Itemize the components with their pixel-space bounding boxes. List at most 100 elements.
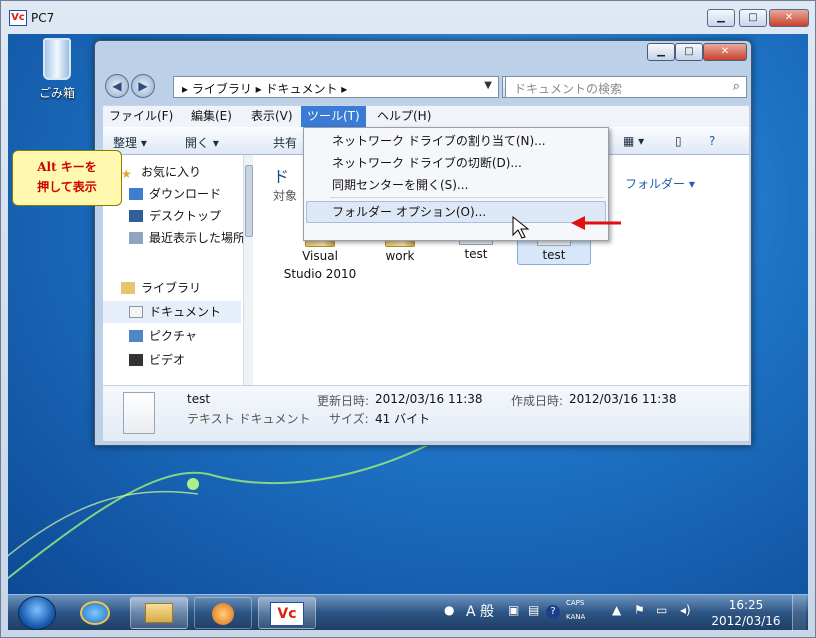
menu-map-network-drive[interactable]: ネットワーク ドライブの割り当て(N)... <box>332 130 546 152</box>
explorer-maximize-button[interactable]: □ <box>675 43 703 61</box>
menu-separator <box>330 197 604 198</box>
explorer-close-button[interactable]: ✕ <box>703 43 747 61</box>
back-icon[interactable]: ◀ <box>105 74 129 98</box>
vnc-logo-icon: Vc <box>270 602 304 626</box>
arrange-by-dropdown[interactable]: フォルダー ▾ <box>625 175 695 192</box>
explorer-taskbar-button[interactable] <box>130 597 188 629</box>
chevron-down-icon[interactable]: ▼ <box>484 80 492 91</box>
forward-icon[interactable]: ▶ <box>131 74 155 98</box>
menu-disconnect-network-drive[interactable]: ネットワーク ドライブの切断(D)... <box>332 152 522 174</box>
details-size-value: 41 バイト <box>375 412 431 426</box>
file-name: Visual Studio 2010 <box>283 249 357 281</box>
show-desktop-button[interactable] <box>792 595 806 631</box>
help-icon[interactable]: ? <box>709 134 715 148</box>
explorer-navbar: ◀ ▶ ▸ ライブラリ ▸ ドキュメント ▸ ▼ ↻ ドキュメントの検索 ⌕ <box>95 71 751 101</box>
caps-indicator: CAPS <box>566 599 585 607</box>
search-placeholder: ドキュメントの検索 <box>514 82 623 96</box>
organize-button[interactable]: 整理 ▾ <box>113 134 147 151</box>
explorer-window: ▁ □ ✕ ◀ ▶ ▸ ライブラリ ▸ ドキュメント ▸ ▼ ↻ ドキュメントの… <box>94 40 752 446</box>
nav-libraries-label: ライブラリ <box>141 281 202 295</box>
nav-recent-label: 最近表示した場所 <box>149 231 246 245</box>
explorer-minimize-button[interactable]: ▁ <box>647 43 675 61</box>
details-modified-label: 更新日時: <box>317 394 370 408</box>
start-button[interactable] <box>18 596 56 630</box>
folder-icon <box>145 603 173 623</box>
help-icon[interactable]: ? <box>546 605 560 619</box>
callout-line-1: Alt キーを <box>37 160 97 174</box>
nav-documents-label: ドキュメント <box>149 305 222 319</box>
nav-scrollbar[interactable] <box>243 155 253 385</box>
search-icon[interactable]: ⌕ <box>733 79 740 94</box>
address-bar[interactable]: ▸ ライブラリ ▸ ドキュメント ▸ ▼ <box>173 76 499 98</box>
menu-open-sync-center[interactable]: 同期センターを開く(S)... <box>332 174 468 196</box>
details-pane: test テキスト ドキュメント 更新日時: 2012/03/16 11:38 … <box>103 385 749 441</box>
media-player-button[interactable] <box>194 597 252 629</box>
kana-indicator: KANA <box>566 613 586 621</box>
internet-explorer-icon[interactable] <box>80 601 110 625</box>
menu-edit[interactable]: 編集(E) <box>185 106 238 128</box>
nav-libraries[interactable]: ライブラリ <box>121 277 261 299</box>
vnc-taskbar-button[interactable]: Vc <box>258 597 316 629</box>
preview-pane-icon[interactable]: ▯ <box>675 134 682 148</box>
breadcrumb: ▸ ライブラリ ▸ ドキュメント ▸ <box>182 82 348 96</box>
menu-view[interactable]: 表示(V) <box>245 106 299 128</box>
ime-tools-icon[interactable]: ▣ <box>508 603 519 617</box>
ime-mode[interactable]: A 般 <box>466 601 494 621</box>
callout-line-2: 押して表示 <box>37 180 97 194</box>
clock-time: 16:25 <box>728 598 764 612</box>
ime-pad-icon[interactable]: ▤ <box>528 603 539 617</box>
menu-help[interactable]: ヘルプ(H) <box>371 106 437 128</box>
file-name: work <box>385 249 415 263</box>
maximize-button[interactable]: □ <box>739 9 767 27</box>
language-bar-icon[interactable]: ● <box>444 603 454 617</box>
search-input[interactable]: ドキュメントの検索 ⌕ <box>505 76 747 98</box>
clock[interactable]: 16:25 2012/03/16 <box>706 597 786 629</box>
clock-date: 2012/03/16 <box>711 614 781 628</box>
nav-favorites-label: お気に入り <box>141 165 202 179</box>
close-button[interactable]: ✕ <box>769 9 809 27</box>
network-icon[interactable]: ▭ <box>656 603 667 617</box>
nav-desktop-label: デスクトップ <box>149 209 222 223</box>
menu-folder-options[interactable]: フォルダー オプション(O)... <box>332 201 486 223</box>
menu-file[interactable]: ファイル(F) <box>103 106 179 128</box>
recycle-bin[interactable]: ごみ箱 <box>28 38 86 101</box>
share-button[interactable]: 共有 <box>273 134 297 151</box>
nav-pictures-label: ピクチャ <box>149 329 197 343</box>
view-options-icon[interactable]: ▦ ▾ <box>623 134 644 148</box>
open-button[interactable]: 開く ▾ <box>185 134 219 151</box>
vnc-window-title: PC7 <box>31 11 55 25</box>
details-created-value: 2012/03/16 11:38 <box>569 392 677 406</box>
details-filetype: テキスト ドキュメント <box>187 412 311 426</box>
file-name: test <box>542 248 566 262</box>
nav-documents[interactable]: ドキュメント <box>103 301 241 323</box>
nav-favorites[interactable]: ★ お気に入り <box>121 161 261 183</box>
volume-icon[interactable]: ◂) <box>680 603 691 617</box>
library-subtitle: 対象 <box>273 189 298 203</box>
library-title: ド <box>273 167 290 186</box>
taskbar: Vc ● A 般 ▣ ▤ ? CAPS KANA ▲ ⚑ ▭ ◂) 16:25 … <box>8 594 808 631</box>
vnc-logo-icon: Vc <box>9 10 27 26</box>
navigation-pane: ★ お気に入り ダウンロード デスクトップ 最近表示した場所 ライブラリ ドキュメ… <box>103 155 253 385</box>
recycle-bin-icon <box>43 38 71 80</box>
tools-dropdown-menu: ネットワーク ドライブの割り当て(N)... ネットワーク ドライブの切断(D)… <box>303 127 609 241</box>
file-name: test <box>464 247 488 261</box>
menu-tools[interactable]: ツール(T) <box>301 106 366 128</box>
red-arrow-icon <box>571 216 621 230</box>
nav-scroll-thumb[interactable] <box>245 165 253 237</box>
desktop: ごみ箱 ▁ □ ✕ ◀ ▶ ▸ ライブラリ ▸ ドキュメント ▸ ▼ ↻ ドキュ… <box>8 34 808 594</box>
details-modified-value: 2012/03/16 11:38 <box>375 392 483 406</box>
minimize-button[interactable]: ▁ <box>707 9 735 27</box>
details-filename: test <box>187 392 211 406</box>
menu-bar: ファイル(F) 編集(E) 表示(V) ツール(T) ヘルプ(H) <box>103 105 749 128</box>
recycle-bin-label: ごみ箱 <box>38 86 75 100</box>
vnc-titlebar[interactable]: Vc PC7 ▁ □ ✕ <box>1 1 816 35</box>
text-document-icon <box>123 392 155 434</box>
show-hidden-icons-icon[interactable]: ▲ <box>612 603 621 617</box>
explorer-titlebar[interactable]: ▁ □ ✕ <box>95 41 751 67</box>
mouse-cursor-icon <box>512 215 530 239</box>
details-created-label: 作成日時: <box>511 394 564 408</box>
details-size-label: サイズ: <box>329 412 369 426</box>
nav-videos-label: ビデオ <box>149 353 186 367</box>
action-center-flag-icon[interactable]: ⚑ <box>634 603 645 617</box>
media-player-icon <box>212 603 234 625</box>
